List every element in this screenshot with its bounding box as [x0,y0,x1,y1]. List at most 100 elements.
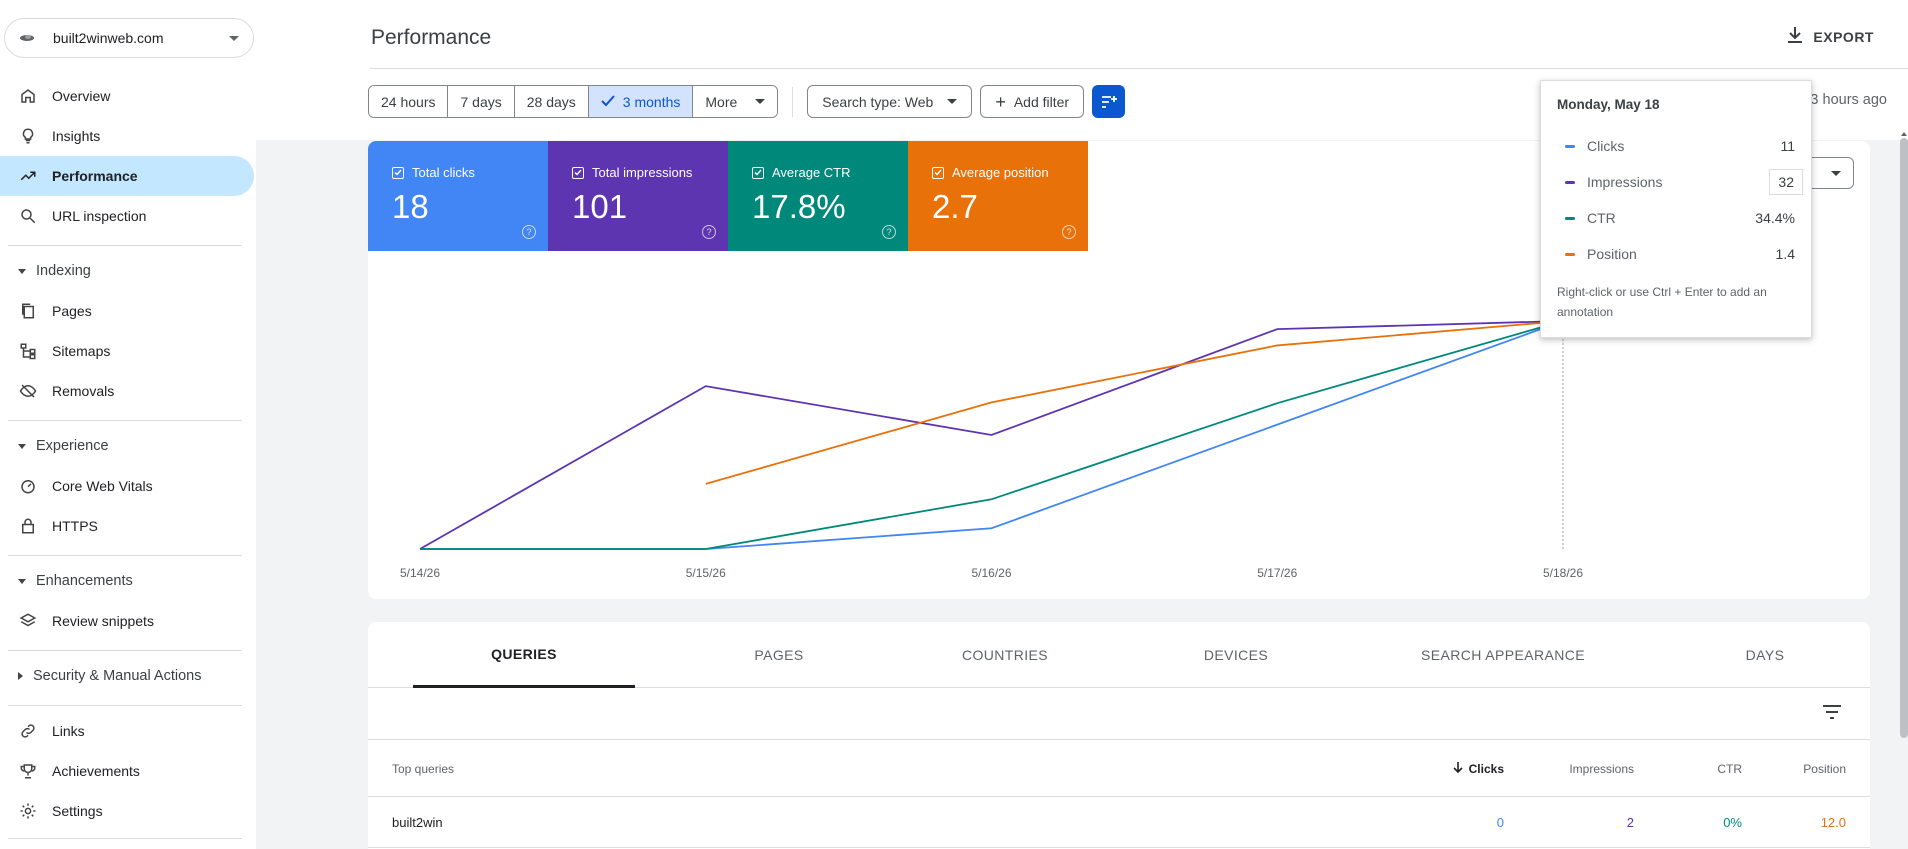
section-title: Enhancements [36,573,133,589]
sidebar-item-settings[interactable]: Settings [0,791,254,831]
sidebar-item-label: Review snippets [52,613,154,629]
sidebar-item-label: Performance [52,168,138,184]
search-type-dropdown[interactable]: Search type: Web [807,85,973,118]
cell-clicks: 0 [1496,815,1504,830]
check-icon [601,94,615,110]
range-24-hours[interactable]: 24 hours [369,86,449,117]
series-swatch [1565,216,1575,220]
gauge-icon [18,476,38,496]
export-label: EXPORT [1813,28,1874,45]
sidebar-item-links[interactable]: Links [0,711,254,751]
tab-devices[interactable]: DEVICES [1125,622,1347,688]
sidebar-item-pages[interactable]: Pages [0,291,254,331]
sidebar-item-insights[interactable]: Insights [0,116,254,156]
add-filter-label: Add filter [1013,93,1070,110]
column-header-top-queries[interactable]: Top queries [392,741,454,796]
tooltip-row-clicks: Clicks 11 [1557,128,1795,164]
sidebar-item-https[interactable]: HTTPS [0,506,254,546]
export-button[interactable]: EXPORT [1787,26,1874,47]
search-type-label: Search type: Web [822,93,934,110]
site-favicon-icon [19,30,35,46]
range-3-months[interactable]: 3 months [588,86,694,117]
cell-impressions: 2 [1626,815,1634,830]
tab-queries[interactable]: QUERIES [413,622,635,688]
home-icon [18,86,38,106]
tab-countries[interactable]: COUNTRIES [894,622,1116,688]
x-tick-label: 5/17/26 [1257,566,1297,580]
trophy-icon [18,761,38,781]
filter-separator [792,86,794,117]
column-header-impressions[interactable]: Impressions [1518,741,1634,796]
scroll-up-arrow-icon[interactable] [1901,132,1907,136]
tooltip-row-ctr: CTR 34.4% [1557,200,1795,236]
table-toolbar [368,688,1870,740]
section-title: Experience [36,438,109,454]
series-swatch [1565,180,1575,184]
sidebar-item-sitemaps[interactable]: Sitemaps [0,331,254,371]
page-scrollbar[interactable] [1900,138,1908,738]
sidebar-item-label: Core Web Vitals [52,478,153,494]
sidebar-item-review-snippets[interactable]: Review snippets [0,601,254,641]
sidebar-item-label: Sitemaps [52,343,111,359]
table-row[interactable]: built2win 0 2 0% 12.0 [368,798,1870,848]
caret-down-icon [18,443,26,449]
sort-arrow-down-icon [1453,761,1463,776]
column-header-position[interactable]: Position [1758,741,1846,796]
gear-icon [18,801,38,821]
sidebar-item-overview[interactable]: Overview [0,76,254,116]
filter-settings-button[interactable] [1092,85,1126,118]
sidebar-item-label: URL inspection [52,208,147,224]
range-label: More [705,93,738,110]
section-security[interactable]: Security & Manual Actions [0,660,254,692]
sidebar-item-label: Insights [52,128,101,144]
tooltip-series-name: Clicks [1587,138,1625,154]
filter-list-icon[interactable] [1822,704,1842,725]
section-indexing[interactable]: Indexing [0,255,254,287]
tab-search-appearance[interactable]: SEARCH APPEARANCE [1368,622,1638,688]
tooltip-series-name: CTR [1587,210,1616,226]
caret-down-icon [947,99,958,104]
tab-pages[interactable]: PAGES [668,622,890,688]
sidebar-item-removals[interactable]: Removals [0,371,254,411]
pages-icon [18,301,38,321]
dimension-tabs: QUERIES PAGES COUNTRIES DEVICES SEARCH A… [368,622,1870,688]
section-experience[interactable]: Experience [0,430,254,462]
caret-down-icon [755,99,766,104]
filter-bar: 24 hours 7 days 28 days 3 months More Se… [368,85,1126,118]
property-selector[interactable]: built2winweb.com [4,18,254,58]
x-tick-label: 5/16/26 [971,566,1011,580]
cell-query: built2win [392,815,443,830]
sidebar-divider [8,650,242,651]
sidebar-item-label: HTTPS [52,518,98,534]
column-header-ctr[interactable]: CTR [1658,741,1742,796]
range-7-days[interactable]: 7 days [448,86,515,117]
tooltip-series-name: Position [1587,246,1637,262]
sidebar-item-label: Removals [52,383,115,399]
caret-down-icon [18,268,26,274]
trending-up-icon [18,166,38,186]
plus-icon: + [995,91,1006,112]
sidebar-item-performance[interactable]: Performance [0,156,254,196]
add-filter-button[interactable]: + Add filter [980,85,1085,118]
sidebar-item-achievements[interactable]: Achievements [0,751,254,791]
page-title: Performance [371,26,492,49]
filter-lines-icon [1101,95,1117,108]
caret-right-icon [18,672,23,680]
sidebar-divider [8,555,242,556]
sidebar-item-label: Pages [52,303,92,319]
range-more[interactable]: More [693,86,778,117]
tab-days[interactable]: DAYS [1654,622,1876,688]
sidebar-divider [8,420,242,421]
cell-position: 12.0 [1820,815,1846,830]
section-enhancements[interactable]: Enhancements [0,565,254,597]
header-divider [370,68,1908,69]
sidebar-item-label: Links [52,723,85,739]
column-header-clicks[interactable]: Clicks [1408,741,1504,796]
tooltip-row-position: Position 1.4 [1557,236,1795,272]
table-header: Top queries Clicks Impressions CTR Posit… [368,741,1870,797]
section-title: Indexing [36,263,91,279]
sidebar-item-core-web-vitals[interactable]: Core Web Vitals [0,466,254,506]
sidebar-item-url-inspection[interactable]: URL inspection [0,196,254,236]
chart-tooltip: Monday, May 18 Clicks 11 Impressions 32 … [1540,80,1812,338]
range-28-days[interactable]: 28 days [514,86,589,117]
